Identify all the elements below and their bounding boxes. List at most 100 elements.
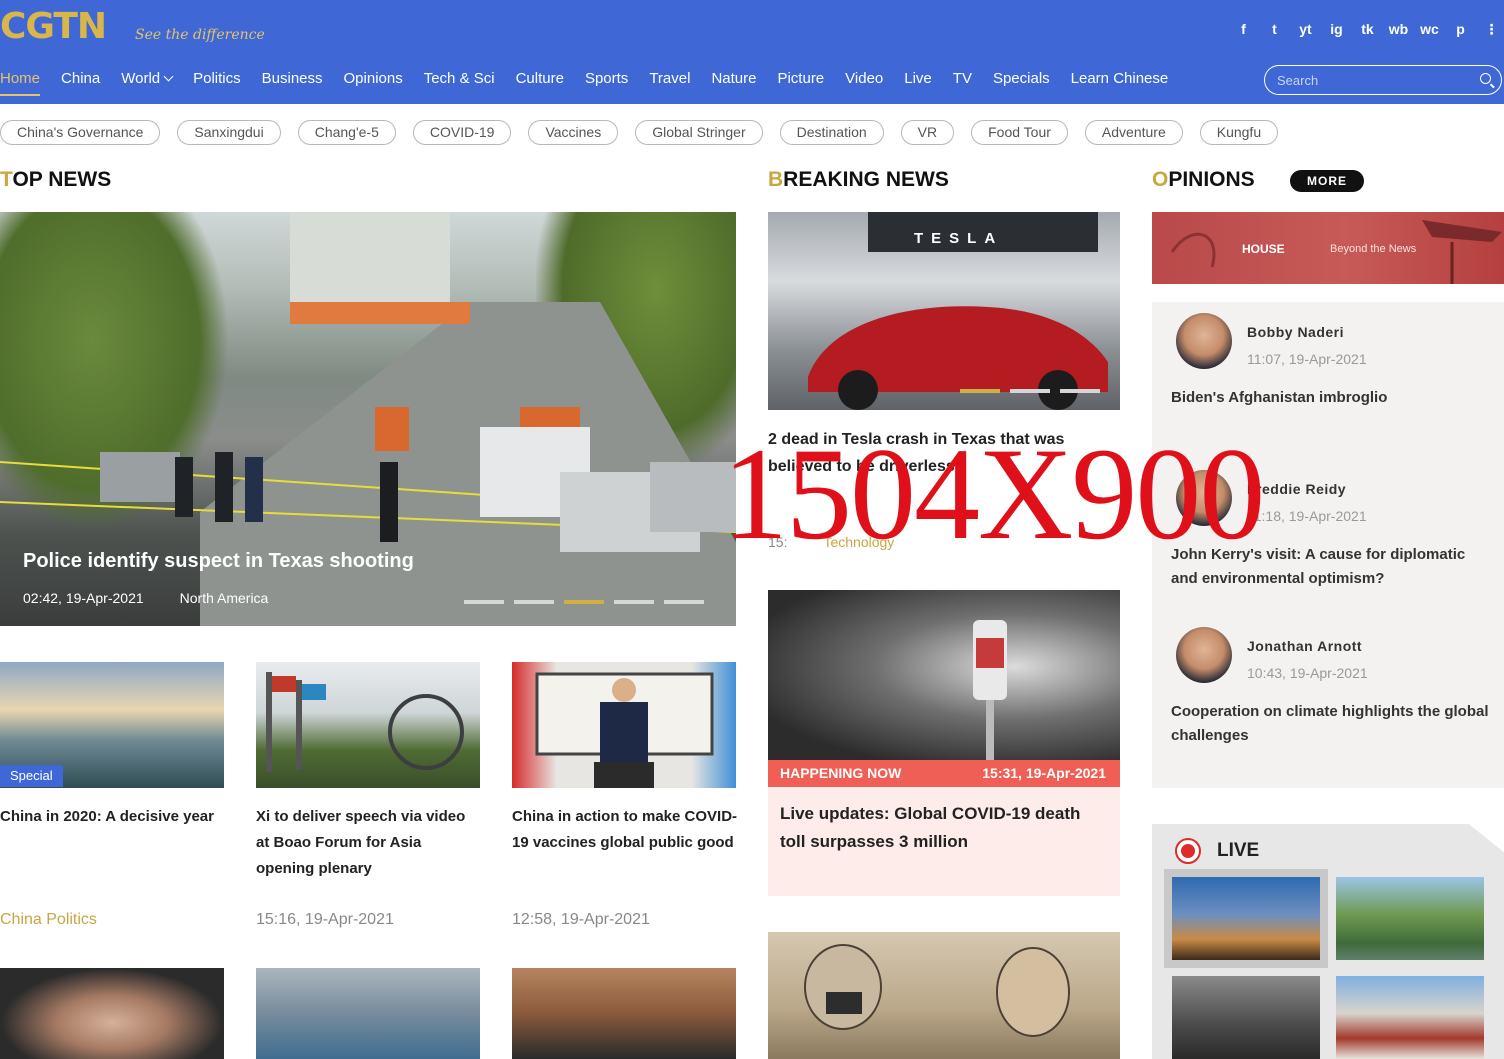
happening-now-bar: HAPPENING NOW 15:31, 19-Apr-2021: [768, 760, 1120, 787]
tag-destination[interactable]: Destination: [779, 120, 884, 145]
card-image[interactable]: [256, 968, 480, 1059]
heading-initial: O: [1152, 168, 1169, 191]
nav-culture[interactable]: Culture: [516, 64, 564, 96]
nav-opinions[interactable]: Opinions: [344, 64, 403, 96]
slider-dot[interactable]: [614, 600, 654, 604]
tag-vr[interactable]: VR: [900, 120, 955, 145]
card-time: 12:58, 19-Apr-2021: [512, 911, 650, 928]
slider-dot-active[interactable]: [960, 389, 1000, 393]
youtube-icon[interactable]: yt: [1293, 18, 1318, 40]
nav-travel[interactable]: Travel: [649, 64, 690, 96]
card-image[interactable]: [0, 968, 224, 1059]
tag-vaccines[interactable]: Vaccines: [528, 120, 619, 145]
opinions-more-button[interactable]: MORE: [1290, 170, 1364, 192]
avatar[interactable]: [1176, 627, 1232, 683]
nav-politics[interactable]: Politics: [193, 64, 241, 96]
card-photo-speaker: [535, 672, 714, 788]
tag-chinas-governance[interactable]: China's Governance: [0, 120, 161, 145]
nav-business[interactable]: Business: [262, 64, 323, 96]
card-image[interactable]: [512, 968, 736, 1059]
card-title[interactable]: China in 2020: A decisive year: [0, 804, 226, 830]
avatar[interactable]: [1176, 313, 1232, 369]
size-watermark: 1504X900: [722, 420, 1265, 567]
slider-dot-active[interactable]: [564, 600, 604, 604]
happening-image[interactable]: [768, 590, 1120, 760]
slider-dot[interactable]: [514, 600, 554, 604]
topic-tags: China's Governance Sanxingdui Chang'e-5 …: [0, 120, 1279, 145]
house-brand: HOUSE: [1242, 242, 1285, 256]
card-category[interactable]: China Politics: [0, 911, 97, 929]
search-box: [1264, 65, 1502, 95]
tag-food-tour[interactable]: Food Tour: [971, 120, 1068, 145]
live-thumbnail[interactable]: [1336, 976, 1484, 1059]
live-thumbnail[interactable]: [1172, 877, 1320, 960]
hero-slider-dots: [464, 600, 704, 604]
live-thumbnail[interactable]: [1336, 877, 1484, 960]
tag-kungfu[interactable]: Kungfu: [1199, 120, 1279, 145]
nav-nature[interactable]: Nature: [711, 64, 756, 96]
opinion-time: 10:43, 19-Apr-2021: [1247, 665, 1368, 681]
opinions-heading: OPINIONS: [1152, 168, 1255, 192]
breaking-image[interactable]: TESLA: [768, 212, 1120, 410]
happening-headline[interactable]: Live updates: Global COVID-19 death toll…: [780, 800, 1110, 856]
opinion-time: 11:07, 19-Apr-2021: [1247, 351, 1367, 367]
slider-dot[interactable]: [1060, 389, 1100, 393]
nav-video[interactable]: Video: [845, 64, 883, 96]
slider-dot[interactable]: [1010, 389, 1050, 393]
nav-sports[interactable]: Sports: [585, 64, 628, 96]
hero-headline[interactable]: Police identify suspect in Texas shootin…: [23, 550, 414, 573]
hero-region[interactable]: North America: [180, 590, 269, 606]
tag-change-5[interactable]: Chang'e-5: [297, 120, 396, 145]
author-name[interactable]: Jonathan Arnott: [1247, 638, 1362, 654]
tag-sanxingdui[interactable]: Sanxingdui: [177, 120, 281, 145]
card-title[interactable]: China in action to make COVID-19 vaccine…: [512, 804, 738, 856]
nav-tv[interactable]: TV: [953, 64, 972, 96]
nav-live[interactable]: Live: [904, 64, 932, 96]
nav-tech-sci[interactable]: Tech & Sci: [424, 64, 495, 96]
nav-china[interactable]: China: [61, 64, 100, 96]
opinion-title[interactable]: Biden's Afghanistan imbroglio: [1171, 386, 1496, 410]
courtroom-sketch-image[interactable]: [768, 932, 1120, 1059]
more-vertical-icon[interactable]: ⋮: [1479, 18, 1504, 40]
top-news-heading: TOP NEWS: [0, 168, 111, 192]
tesla-sign: TESLA: [914, 230, 1004, 247]
breaking-slider-dots: [960, 389, 1100, 393]
banner-artwork: [1170, 220, 1502, 284]
heading-rest: OP NEWS: [12, 168, 112, 191]
wechat-icon[interactable]: wc: [1417, 18, 1442, 40]
card-image[interactable]: [256, 662, 480, 788]
opinion-house-banner[interactable]: HOUSE Beyond the News: [1152, 212, 1504, 284]
tag-adventure[interactable]: Adventure: [1084, 120, 1183, 145]
twitter-icon[interactable]: t: [1262, 18, 1287, 40]
cgtn-logo[interactable]: CGTN: [0, 6, 107, 47]
tagline: See the difference: [135, 27, 265, 43]
heading-rest: REAKING NEWS: [783, 168, 949, 191]
card-time: 15:16, 19-Apr-2021: [256, 911, 394, 928]
facebook-icon[interactable]: f: [1231, 18, 1256, 40]
top-news-hero[interactable]: Police identify suspect in Texas shootin…: [0, 212, 736, 626]
nav-specials[interactable]: Specials: [993, 64, 1050, 96]
live-heading[interactable]: LIVE: [1217, 840, 1259, 862]
search-icon[interactable]: [1480, 73, 1491, 84]
live-thumbnail[interactable]: [1172, 976, 1320, 1059]
nav-learn-chinese[interactable]: Learn Chinese: [1071, 64, 1169, 96]
instagram-icon[interactable]: ig: [1324, 18, 1349, 40]
search-input[interactable]: [1265, 66, 1465, 94]
slider-dot[interactable]: [464, 600, 504, 604]
tag-covid-19[interactable]: COVID-19: [412, 120, 512, 145]
card-title[interactable]: Xi to deliver speech via video at Boao F…: [256, 804, 482, 882]
weibo-icon[interactable]: wb: [1386, 18, 1411, 40]
site-header: CGTN See the difference f t yt ig tk wb …: [0, 0, 1504, 104]
tiktok-icon[interactable]: tk: [1355, 18, 1380, 40]
nav-world[interactable]: World: [121, 64, 174, 96]
author-name[interactable]: Bobby Naderi: [1247, 324, 1344, 340]
card-image[interactable]: [512, 662, 736, 788]
house-slogan: Beyond the News: [1330, 243, 1417, 255]
nav-home[interactable]: Home: [0, 64, 41, 96]
pinterest-icon[interactable]: p: [1448, 18, 1473, 40]
nav-picture[interactable]: Picture: [777, 64, 824, 96]
tag-global-stringer[interactable]: Global Stringer: [635, 120, 763, 145]
opinion-title[interactable]: Cooperation on climate highlights the gl…: [1171, 700, 1496, 748]
hero-time: 02:42, 19-Apr-2021: [23, 590, 144, 606]
slider-dot[interactable]: [664, 600, 704, 604]
